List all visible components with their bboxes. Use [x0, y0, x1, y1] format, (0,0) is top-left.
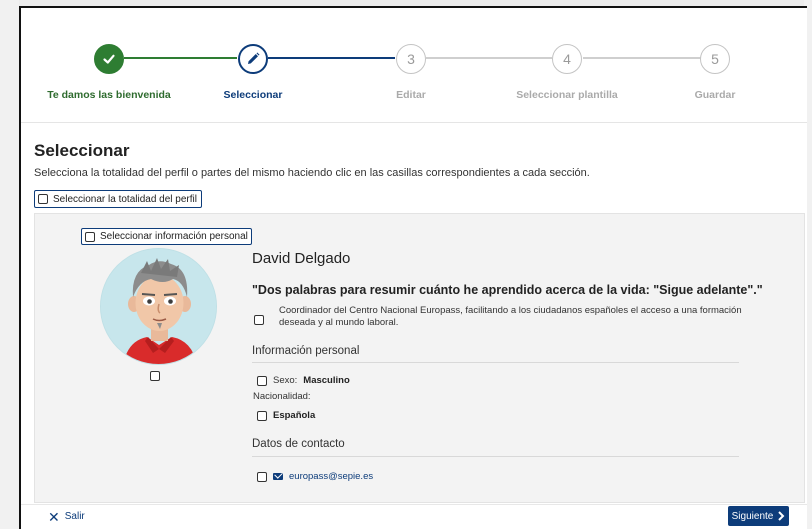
nationality-value: Española	[273, 410, 316, 421]
select-all-label: Seleccionar la totalidad del perfil	[53, 193, 197, 205]
avatar-illustration-icon	[101, 249, 216, 364]
contact-rule	[252, 456, 739, 457]
step-connector-4	[583, 57, 701, 59]
step-4-number: 4	[563, 51, 571, 67]
step-3-circle: 3	[396, 44, 426, 74]
avatar-checkbox[interactable]	[150, 371, 160, 381]
stepper: 3 4 5 Te damos las bienvenida Selecciona…	[21, 8, 807, 118]
personal-info-rule	[252, 362, 739, 363]
step-connector-2	[268, 57, 395, 59]
step-1-label: Te damos las bienvenida	[47, 89, 171, 101]
nationality-label: Nacionalidad:	[253, 391, 311, 402]
wizard-dialog: 3 4 5 Te damos las bienvenida Selecciona…	[19, 6, 807, 529]
select-all-checkbox[interactable]: Seleccionar la totalidad del perfil	[34, 190, 202, 208]
page-description: Selecciona la totalidad del perfil o par…	[34, 167, 590, 179]
background-left	[0, 0, 19, 529]
nationality-row: Española	[257, 410, 315, 421]
exit-label: Salir	[64, 511, 85, 522]
step-4-label: Seleccionar plantilla	[516, 89, 618, 101]
email-row: europass@sepie.es	[257, 471, 373, 482]
profile-summary: Coordinador del Centro Nacional Europass…	[279, 305, 742, 328]
close-icon: ✕	[48, 508, 60, 525]
next-label: Siguiente	[731, 510, 774, 522]
profile-quote: "Dos palabras para resumir cuánto he apr…	[252, 283, 763, 297]
avatar	[100, 248, 217, 365]
sex-label: Sexo:	[273, 375, 298, 386]
step-5-number: 5	[711, 51, 719, 67]
step-1-circle	[94, 44, 124, 74]
summary-checkbox[interactable]	[254, 315, 264, 325]
next-button[interactable]: Siguiente	[728, 506, 789, 526]
checkbox-box[interactable]	[85, 231, 95, 242]
pencil-icon	[248, 52, 260, 64]
step-connector-3	[426, 57, 552, 59]
exit-button[interactable]: ✕ Salir	[48, 508, 85, 525]
step-3-number: 3	[407, 51, 415, 67]
page-title: Seleccionar	[34, 141, 130, 160]
step-5-label: Guardar	[694, 89, 736, 101]
select-personal-info-label: Seleccionar información personal	[100, 231, 248, 242]
chevron-right-icon	[778, 511, 785, 521]
checkbox-box[interactable]	[38, 194, 48, 204]
contact-title: Datos de contacto	[252, 438, 345, 450]
step-connector-1	[124, 57, 237, 59]
footer-divider	[21, 504, 807, 505]
select-personal-info-checkbox[interactable]: Seleccionar información personal	[81, 228, 252, 245]
step-2-label: Seleccionar	[223, 89, 283, 101]
sex-value: Masculino	[303, 375, 350, 386]
email-checkbox[interactable]	[257, 471, 267, 482]
personal-info-title: Información personal	[252, 345, 360, 357]
step-3-label: Editar	[396, 89, 426, 101]
email-link[interactable]: europass@sepie.es	[289, 471, 373, 482]
profile-name: David Delgado	[252, 250, 351, 267]
nationality-checkbox[interactable]	[257, 410, 267, 421]
summary-row: Coordinador del Centro Nacional Europass…	[254, 305, 749, 329]
divider	[21, 122, 807, 123]
step-5-circle: 5	[700, 44, 730, 74]
step-2-circle	[238, 44, 268, 74]
step-4-circle: 4	[552, 44, 582, 74]
checkmark-icon	[103, 54, 115, 64]
sex-checkbox[interactable]	[257, 375, 267, 386]
sex-row: Sexo: Masculino	[257, 375, 350, 386]
envelope-icon	[273, 473, 283, 480]
